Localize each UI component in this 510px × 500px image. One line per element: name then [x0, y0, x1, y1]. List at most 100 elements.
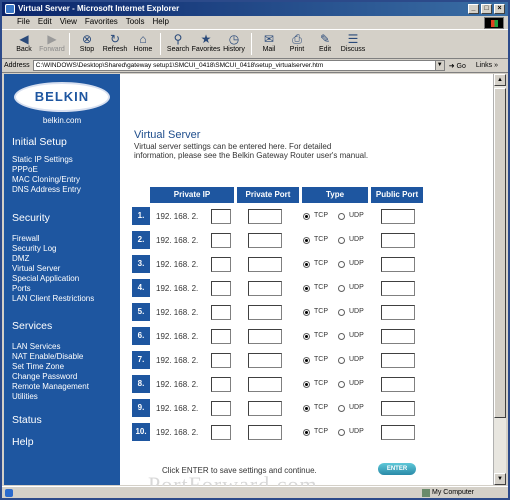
nav-item-firewall[interactable]: Firewall — [12, 234, 118, 244]
udp-radio[interactable] — [338, 237, 345, 244]
menu-tools[interactable]: Tools — [123, 16, 148, 28]
tcp-radio[interactable] — [303, 285, 310, 292]
belkin-url[interactable]: belkin.com — [4, 116, 120, 125]
menu-favorites[interactable]: Favorites — [82, 16, 121, 28]
nav-item-ports[interactable]: Ports — [12, 284, 118, 294]
scroll-up-icon[interactable]: ▲ — [494, 74, 506, 86]
nav-heading-services[interactable]: Services — [12, 320, 118, 332]
tcp-radio[interactable] — [303, 429, 310, 436]
nav-item-special-application[interactable]: Special Application — [12, 274, 118, 284]
tcp-radio[interactable] — [303, 237, 310, 244]
close-button[interactable]: × — [494, 4, 505, 14]
nav-item-pppoe[interactable]: PPPoE — [12, 165, 118, 175]
nav-heading-initial-setup[interactable]: Initial Setup — [12, 136, 118, 148]
public-port-input[interactable] — [381, 233, 415, 248]
nav-item-virtual-server[interactable]: Virtual Server — [12, 264, 118, 274]
nav-item-time-zone[interactable]: Set Time Zone — [12, 362, 118, 372]
scroll-down-icon[interactable]: ▼ — [494, 473, 506, 485]
tcp-radio[interactable] — [303, 261, 310, 268]
scroll-thumb[interactable] — [494, 88, 506, 418]
udp-radio[interactable] — [338, 333, 345, 340]
tcp-radio[interactable] — [303, 213, 310, 220]
refresh-button[interactable]: ↻ Refresh — [101, 30, 129, 58]
tcp-radio[interactable] — [303, 405, 310, 412]
go-button[interactable]: ➜ Go — [449, 62, 466, 70]
vertical-scrollbar[interactable]: ▲ ▼ — [493, 74, 506, 485]
public-port-input[interactable] — [381, 305, 415, 320]
print-button[interactable]: ⎙ Print — [283, 30, 311, 58]
udp-radio[interactable] — [338, 309, 345, 316]
nav-heading-status[interactable]: Status — [12, 414, 118, 426]
nav-heading-security[interactable]: Security — [12, 212, 118, 224]
belkin-logo[interactable]: BELKIN — [14, 82, 110, 112]
private-port-input[interactable] — [248, 329, 282, 344]
address-input[interactable]: C:\WINDOWS\Desktop\Shared\gateway setup1… — [32, 60, 445, 71]
private-port-input[interactable] — [248, 401, 282, 416]
mail-button[interactable]: ✉ Mail — [255, 30, 283, 58]
links-button[interactable]: Links » — [476, 62, 498, 69]
address-dropdown-icon[interactable]: ▼ — [434, 61, 444, 70]
udp-radio[interactable] — [338, 381, 345, 388]
private-ip-input[interactable] — [211, 353, 231, 368]
private-port-input[interactable] — [248, 425, 282, 440]
search-button[interactable]: ⚲ Search — [164, 30, 192, 58]
private-ip-input[interactable] — [211, 305, 231, 320]
menu-help[interactable]: Help — [149, 16, 171, 28]
nav-item-mac-cloning[interactable]: MAC Cloning/Entry — [12, 175, 118, 185]
nav-item-nat[interactable]: NAT Enable/Disable — [12, 352, 118, 362]
private-port-input[interactable] — [248, 353, 282, 368]
forward-button[interactable]: ▶ Forward — [38, 30, 66, 58]
tcp-radio[interactable] — [303, 357, 310, 364]
udp-radio[interactable] — [338, 213, 345, 220]
home-button[interactable]: ⌂ Home — [129, 30, 157, 58]
private-ip-input[interactable] — [211, 377, 231, 392]
nav-item-dns[interactable]: DNS Address Entry — [12, 185, 118, 195]
tcp-radio[interactable] — [303, 309, 310, 316]
minimize-button[interactable]: _ — [468, 4, 479, 14]
nav-heading-help[interactable]: Help — [12, 436, 118, 448]
stop-button[interactable]: ⊗ Stop — [73, 30, 101, 58]
private-port-input[interactable] — [248, 281, 282, 296]
udp-radio[interactable] — [338, 429, 345, 436]
tcp-radio[interactable] — [303, 381, 310, 388]
private-port-input[interactable] — [248, 377, 282, 392]
nav-item-change-password[interactable]: Change Password — [12, 372, 118, 382]
menu-file[interactable]: File — [14, 16, 33, 28]
private-ip-input[interactable] — [211, 329, 231, 344]
private-ip-input[interactable] — [211, 233, 231, 248]
menu-edit[interactable]: Edit — [35, 16, 55, 28]
udp-radio[interactable] — [338, 261, 345, 268]
private-port-input[interactable] — [248, 233, 282, 248]
public-port-input[interactable] — [381, 377, 415, 392]
favorites-button[interactable]: ★ Favorites — [192, 30, 221, 58]
enter-button[interactable]: ENTER — [378, 463, 416, 475]
discuss-button[interactable]: ☰ Discuss — [339, 30, 367, 58]
udp-radio[interactable] — [338, 285, 345, 292]
public-port-input[interactable] — [381, 257, 415, 272]
public-port-input[interactable] — [381, 209, 415, 224]
menu-view[interactable]: View — [57, 16, 80, 28]
maximize-button[interactable]: □ — [481, 4, 492, 14]
nav-item-remote-management[interactable]: Remote Management — [12, 382, 118, 392]
private-port-input[interactable] — [248, 257, 282, 272]
tcp-radio[interactable] — [303, 333, 310, 340]
private-ip-input[interactable] — [211, 257, 231, 272]
private-ip-input[interactable] — [211, 401, 231, 416]
nav-item-lan-client-restrictions[interactable]: LAN Client Restrictions — [12, 294, 118, 304]
nav-item-security-log[interactable]: Security Log — [12, 244, 118, 254]
back-button[interactable]: ◀ Back — [10, 30, 38, 58]
private-ip-input[interactable] — [211, 209, 231, 224]
history-button[interactable]: ◷ History — [220, 30, 248, 58]
private-ip-input[interactable] — [211, 281, 231, 296]
private-port-input[interactable] — [248, 305, 282, 320]
public-port-input[interactable] — [381, 281, 415, 296]
nav-item-static-ip[interactable]: Static IP Settings — [12, 155, 118, 165]
nav-item-utilities[interactable]: Utilities — [12, 392, 118, 402]
public-port-input[interactable] — [381, 353, 415, 368]
nav-item-lan-services[interactable]: LAN Services — [12, 342, 118, 352]
private-ip-input[interactable] — [211, 425, 231, 440]
nav-item-dmz[interactable]: DMZ — [12, 254, 118, 264]
public-port-input[interactable] — [381, 401, 415, 416]
public-port-input[interactable] — [381, 329, 415, 344]
public-port-input[interactable] — [381, 425, 415, 440]
